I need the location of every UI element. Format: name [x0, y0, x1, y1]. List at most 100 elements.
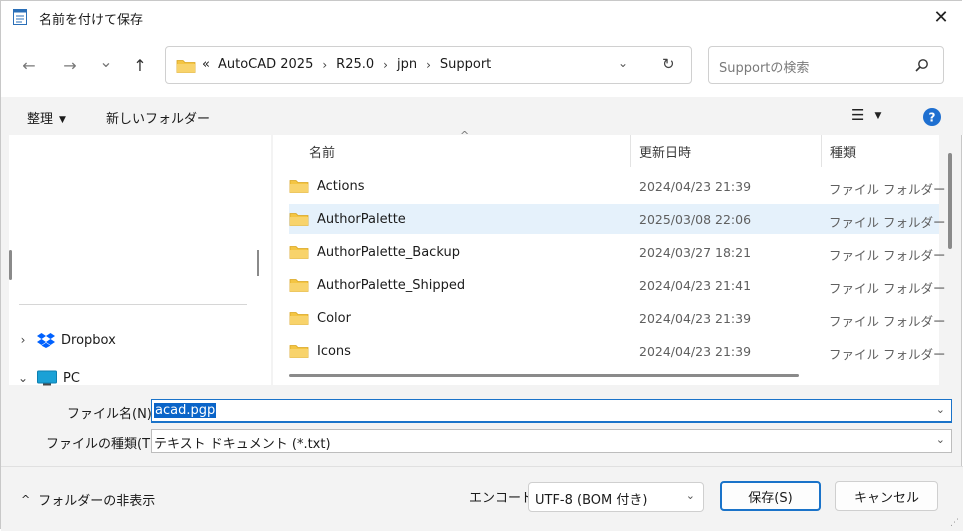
file-list-horizontal-scrollbar[interactable]: [289, 374, 799, 377]
new-folder-button[interactable]: 新しいフォルダー: [106, 108, 210, 127]
address-dropdown-icon[interactable]: ⌄: [618, 56, 628, 70]
chevron-down-icon[interactable]: ⌄: [936, 433, 945, 446]
resize-grip-icon[interactable]: ⋰: [950, 518, 959, 528]
file-row[interactable]: Color 2024/04/23 21:39 ファイル フォルダー: [289, 303, 945, 333]
file-row[interactable]: Actions 2024/04/23 21:39 ファイル フォルダー: [289, 171, 945, 201]
filetype-select[interactable]: テキスト ドキュメント (*.txt) ⌄: [151, 429, 952, 453]
breadcrumb-item[interactable]: jpn: [397, 57, 417, 72]
arrow-left-icon: ←: [22, 55, 36, 75]
filetype-label: ファイルの種類(T):: [46, 437, 160, 452]
file-name: Color: [317, 310, 351, 326]
file-name: Actions: [317, 178, 365, 194]
window-title: 名前を付けて保存: [39, 13, 144, 28]
filename-field[interactable]: acad.pgp ⌄: [151, 399, 952, 423]
folder-icon: [289, 178, 317, 194]
file-date: 2024/03/27 18:21: [639, 245, 752, 260]
chevron-down-icon[interactable]: ⌄: [936, 403, 945, 416]
folder-icon: [289, 310, 317, 326]
chevron-down-icon: ⌄: [99, 51, 113, 71]
chevron-right-icon[interactable]: ›: [426, 58, 431, 72]
address-bar[interactable]: « AutoCAD 2025 › R25.0 › jpn › Support ⌄…: [165, 46, 692, 84]
chevron-right-icon[interactable]: ›: [322, 58, 327, 72]
notepad-icon: [13, 9, 27, 25]
file-date: 2024/04/23 21:39: [639, 311, 752, 326]
filename-value-wrapper: acad.pgp: [154, 403, 217, 418]
file-type: ファイル フォルダー: [829, 182, 946, 197]
file-type: ファイル フォルダー: [829, 314, 946, 329]
file-row[interactable]: Icons 2024/04/23 21:39 ファイル フォルダー: [289, 336, 945, 366]
organize-button[interactable]: 整理 ▼: [27, 108, 66, 127]
search-input[interactable]: Supportの検索: [708, 46, 944, 84]
navigation-pane: › Dropbox ⌄ PC: [9, 135, 271, 386]
sidebar-item-dropbox[interactable]: › Dropbox: [9, 332, 116, 348]
breadcrumb-item[interactable]: Support: [440, 57, 491, 72]
file-type: ファイル フォルダー: [829, 215, 946, 230]
filename-value[interactable]: acad.pgp: [154, 403, 217, 418]
folder-icon: [289, 211, 317, 227]
forward-button[interactable]: →: [58, 53, 82, 77]
search-icon[interactable]: [915, 58, 929, 72]
file-row[interactable]: AuthorPalette_Shipped 2024/04/23 21:41 ファイ…: [289, 270, 945, 300]
view-options-button[interactable]: ☰ ▼: [851, 106, 881, 124]
file-list-vertical-scrollbar[interactable]: [948, 153, 952, 249]
encoding-value: UTF-8 (BOM 付き): [535, 493, 648, 508]
file-row[interactable]: AuthorPalette 2025/03/08 22:06 ファイル フォルダー: [289, 204, 945, 234]
filename-label: ファイル名(N):: [67, 407, 157, 422]
file-name: AuthorPalette: [317, 211, 406, 227]
svg-text:?: ?: [929, 111, 936, 125]
file-name: AuthorPalette_Backup: [317, 244, 460, 260]
filetype-value: テキスト ドキュメント (*.txt): [154, 437, 331, 452]
refresh-icon[interactable]: ↻: [662, 55, 675, 73]
column-header-date[interactable]: 更新日時: [639, 135, 819, 167]
file-date: 2024/04/23 21:39: [639, 344, 752, 359]
caret-down-icon: ▼: [874, 111, 882, 121]
up-button[interactable]: ↑: [128, 53, 152, 77]
navigation-pane-scrollbar[interactable]: [9, 250, 12, 280]
folder-icon: [289, 277, 317, 293]
folder-icon: [289, 244, 317, 260]
cancel-button[interactable]: キャンセル: [835, 481, 938, 511]
file-name-cell: Actions: [289, 178, 365, 194]
file-date: 2024/04/23 21:41: [639, 278, 752, 293]
file-date: 2025/03/08 22:06: [639, 212, 752, 227]
close-icon: ✕: [933, 6, 949, 28]
sidebar-item-pc[interactable]: ⌄ PC: [9, 370, 80, 386]
save-button[interactable]: 保存(S): [720, 481, 821, 511]
file-date: 2024/04/23 21:39: [639, 179, 752, 194]
folder-icon: [289, 343, 317, 359]
file-name-cell: Color: [289, 310, 351, 326]
hide-folders-button[interactable]: ^ フォルダーの非表示: [21, 490, 155, 509]
dropbox-icon: [37, 332, 55, 348]
dialog-footer: ^ フォルダーの非表示 エンコード: UTF-8 (BOM 付き) ⌄ 保存(S…: [1, 466, 963, 531]
file-name: Icons: [317, 343, 351, 359]
sidebar-item-label: Dropbox: [61, 332, 116, 348]
chevron-up-icon: ^: [21, 493, 31, 506]
arrow-right-icon: →: [63, 55, 77, 75]
recent-locations-button[interactable]: ⌄: [94, 49, 118, 73]
file-row[interactable]: AuthorPalette_Backup 2024/03/27 18:21 ファイル…: [289, 237, 945, 267]
encoding-select[interactable]: UTF-8 (BOM 付き) ⌄: [528, 482, 704, 512]
file-name-cell: Icons: [289, 343, 351, 359]
help-icon[interactable]: ?: [922, 107, 942, 127]
chevron-down-icon[interactable]: ⌄: [9, 371, 37, 385]
column-divider[interactable]: [821, 135, 822, 167]
breadcrumb-item[interactable]: R25.0: [336, 57, 374, 72]
back-button[interactable]: ←: [17, 53, 41, 77]
navigation-bar: ← → ⌄ ↑ « AutoCAD 2025 › R25.0 › jpn › S…: [1, 33, 963, 97]
pc-icon: [37, 370, 57, 386]
file-name-cell: AuthorPalette_Shipped: [289, 277, 465, 293]
column-divider[interactable]: [630, 135, 631, 167]
chevron-right-icon[interactable]: ›: [9, 333, 37, 347]
breadcrumb-overflow[interactable]: «: [202, 57, 210, 72]
file-name: AuthorPalette_Shipped: [317, 277, 466, 293]
file-name-cell: AuthorPalette: [289, 211, 406, 227]
close-button[interactable]: ✕: [919, 1, 963, 33]
title-bar: 名前を付けて保存 ✕: [1, 1, 963, 33]
file-name-cell: AuthorPalette_Backup: [289, 244, 460, 260]
breadcrumb-item[interactable]: AutoCAD 2025: [218, 57, 313, 72]
sidebar-item-label: PC: [63, 370, 80, 386]
pane-splitter[interactable]: [257, 250, 259, 276]
chevron-right-icon[interactable]: ›: [383, 58, 388, 72]
column-header-type[interactable]: 種類: [830, 135, 930, 167]
column-header-name[interactable]: 名前: [309, 135, 629, 167]
